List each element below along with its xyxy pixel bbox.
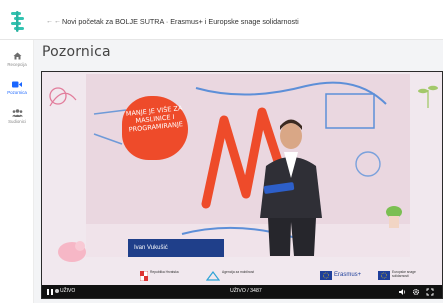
brand-logo-icon[interactable] (10, 11, 26, 33)
sidebar-item-label: Recepcija (7, 62, 27, 67)
sidebar-item-label: Sudionici (8, 119, 26, 124)
decorative-cloud-icon (58, 241, 86, 262)
app-window: ←← Novi početak za BOLJE SUTRA · Erasmus… (0, 0, 443, 303)
breadcrumb: Novi početak za BOLJE SUTRA · Erasmus+ i… (62, 17, 299, 26)
partner-logo-republika-hrvatska: Republika Hrvatska (140, 270, 190, 281)
sidebar-item-label: Pozornica (7, 90, 27, 95)
eu-flag-icon (320, 271, 332, 280)
settings-gear-icon[interactable] (412, 288, 420, 296)
decorative-plant-icon (418, 85, 438, 108)
croatia-coat-of-arms-icon (140, 271, 148, 281)
studio-plant-icon (386, 206, 402, 228)
back-button[interactable]: ←← (46, 18, 62, 25)
agency-logo-icon (206, 271, 220, 281)
presenter-figure (260, 119, 322, 256)
player-controls: UŽIVO UŽIVO / 3487 (42, 285, 442, 298)
fullscreen-icon[interactable] (426, 288, 434, 296)
decorative-swirl-icon (49, 87, 77, 107)
sidebar-item-pozornica[interactable]: Pozornica (0, 81, 34, 95)
presenter-name-tag: Ivan Vukušić (128, 239, 224, 257)
live-viewers-count: UŽIVO / 3487 (230, 288, 262, 294)
live-badge: UŽIVO (55, 288, 75, 294)
video-stream[interactable]: MANJE JE VIŠE ZA MASLINICE I PROGRAMIRAN… (86, 74, 410, 257)
sidebar-item-recepcija[interactable]: Recepcija (0, 52, 34, 67)
partner-logo-esc: Europske snage solidarnosti (378, 270, 428, 281)
volume-icon[interactable] (398, 288, 406, 296)
live-dot-icon (55, 288, 59, 293)
partner-logo-agencija: Agencija za mobilnost (206, 270, 266, 281)
people-icon (11, 109, 23, 117)
video-player[interactable]: MANJE JE VIŠE ZA MASLINICE I PROGRAMIRAN… (41, 71, 443, 299)
top-bar: ←← Novi početak za BOLJE SUTRA · Erasmus… (0, 0, 443, 40)
partner-logos-strip: Republika Hrvatska Agencija za mobilnost… (42, 267, 442, 287)
partner-logo-erasmus: Erasmus+ (320, 271, 366, 281)
page-title: Pozornica (42, 44, 111, 60)
eu-flag-icon (378, 271, 390, 280)
sidebar: Recepcija Pozornica Sudionici (0, 40, 34, 303)
video-camera-icon (12, 81, 22, 88)
home-icon (13, 52, 21, 60)
pause-icon[interactable] (46, 288, 54, 296)
sidebar-item-sudionici[interactable]: Sudionici (0, 109, 34, 124)
